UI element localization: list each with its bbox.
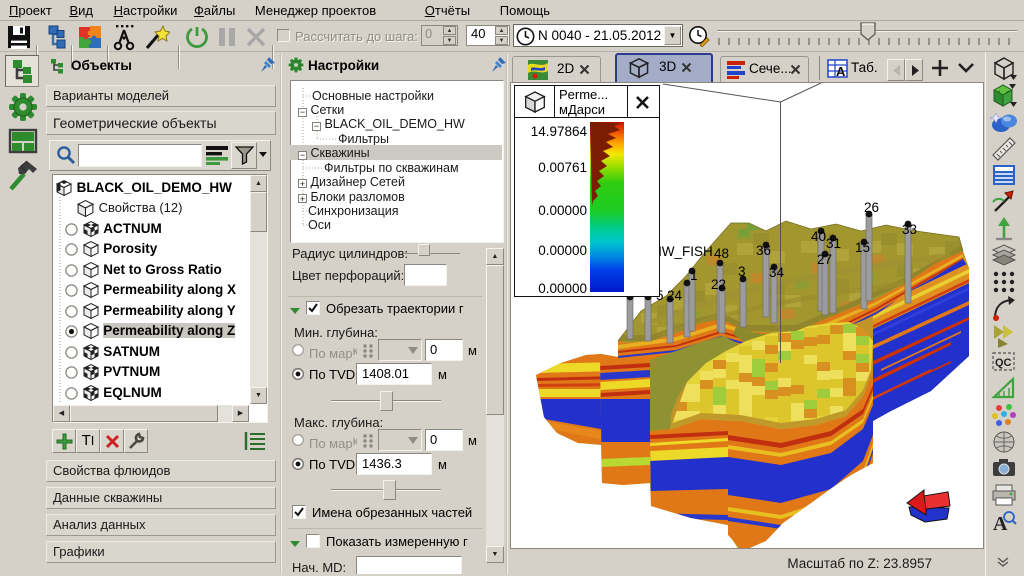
svg-text:15: 15 — [855, 240, 870, 255]
svg-text:1: 1 — [690, 268, 698, 283]
svg-text:22: 22 — [711, 277, 726, 292]
svg-text:3: 3 — [738, 264, 746, 279]
svg-text:36: 36 — [756, 243, 771, 258]
svg-text:27: 27 — [817, 252, 832, 267]
svg-text:33: 33 — [902, 222, 917, 237]
svg-text:48: 48 — [714, 246, 729, 261]
svg-text:A: A — [993, 513, 1008, 535]
svg-text:24: 24 — [667, 288, 683, 303]
svg-text:40: 40 — [811, 229, 826, 244]
svg-text:QC: QC — [995, 357, 1012, 369]
svg-text:31: 31 — [826, 236, 841, 251]
svg-text:A: A — [836, 64, 846, 79]
svg-text:34: 34 — [769, 265, 785, 280]
svg-text:HW_FISH: HW_FISH — [652, 244, 713, 259]
svg-text:26: 26 — [864, 200, 879, 215]
